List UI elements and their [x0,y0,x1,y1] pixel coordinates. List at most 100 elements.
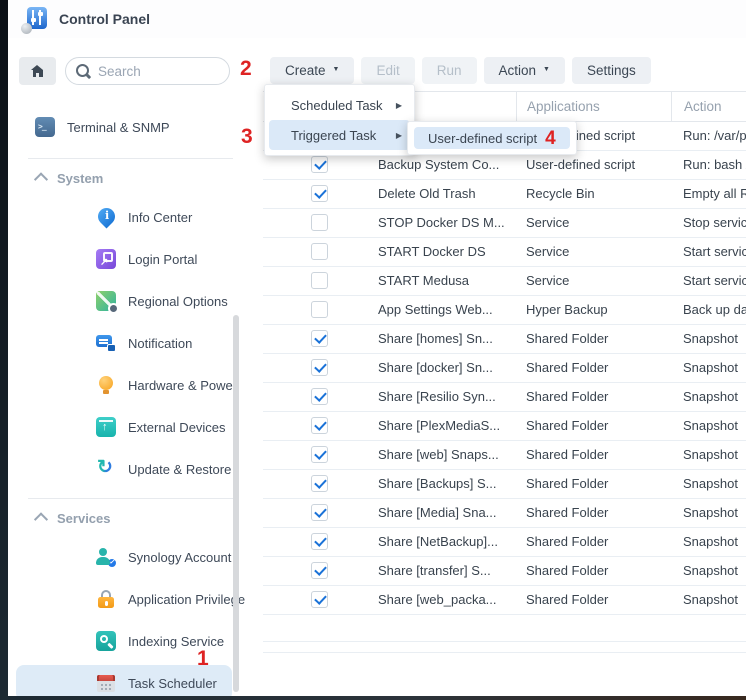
sidebar-item-hardware-power[interactable]: Hardware & Power [8,375,245,395]
sidebar-item-label: Regional Options [128,294,228,309]
task-name: Share [transfer] S... [263,557,516,585]
task-checkbox[interactable] [311,562,328,579]
task-name: Share [Resilio Syn... [263,383,516,411]
task-row[interactable]: Share [Resilio Syn... Shared Folder Snap… [263,383,746,412]
sidebar-item-notification[interactable]: Notification [8,333,245,353]
sidebar-item-regional-options[interactable]: Regional Options [8,291,245,311]
task-name: START Medusa [263,267,516,295]
task-row[interactable]: START Docker DS Service Start servic [263,238,746,267]
task-checkbox[interactable] [311,591,328,608]
task-row[interactable]: Share [Media] Sna... Shared Folder Snaps… [263,499,746,528]
task-checkbox[interactable] [311,475,328,492]
menu-item-label: Triggered Task [291,128,376,143]
task-row[interactable]: START Medusa Service Start servic [263,267,746,296]
task-checkbox[interactable] [311,156,328,173]
task-checkbox[interactable] [311,330,328,347]
sidebar-item-application-privileges[interactable]: Application Privileges [8,589,245,609]
task-row[interactable]: Share [NetBackup]... Shared Folder Snaps… [263,528,746,557]
external-devices-icon [96,417,116,437]
update-restore-icon [96,459,116,479]
task-row[interactable]: Share [web] Snaps... Shared Folder Snaps… [263,441,746,470]
task-action: Run: /var/p [671,122,746,150]
task-checkbox[interactable] [311,185,328,202]
task-action: Empty all R [671,180,746,208]
hardware-power-icon [96,375,116,395]
task-name: Share [docker] Sn... [263,354,516,382]
task-row[interactable]: Share [web_packa... Shared Folder Snapsh… [263,586,746,615]
task-checkbox[interactable] [311,446,328,463]
desktop-background: Control Panel Search Terminal & SNMP Sys… [0,0,746,700]
info-center-icon [96,207,116,227]
task-row[interactable]: Delete Old Trash Recycle Bin Empty all R [263,180,746,209]
task-checkbox[interactable] [311,504,328,521]
sidebar-item-label: Terminal & SNMP [67,120,170,135]
task-action: Snapshot [671,586,746,614]
toolbar-button-action[interactable]: Action ▼ [484,57,565,84]
task-application: User-defined script [516,151,671,179]
task-checkbox[interactable] [311,272,328,289]
task-row[interactable]: Share [PlexMediaS... Shared Folder Snaps… [263,412,746,441]
search-input[interactable]: Search [65,57,230,85]
column-header-action[interactable]: Action [671,92,746,121]
task-action: Snapshot [671,499,746,527]
task-row[interactable]: Share [docker] Sn... Shared Folder Snaps… [263,354,746,383]
task-row[interactable]: App Settings Web... Hyper Backup Back up… [263,296,746,325]
task-application: Recycle Bin [516,180,671,208]
task-checkbox[interactable] [311,388,328,405]
task-checkbox[interactable] [311,359,328,376]
column-header-applications[interactable]: Applications [516,92,671,121]
application-privileges-icon [96,589,116,609]
sidebar-section-system[interactable]: System [36,171,245,185]
sidebar: Search Terminal & SNMP System Info Cente… [8,38,246,696]
sidebar-section-label: System [57,171,103,186]
menu-item-scheduled-task[interactable]: Scheduled Task ▶ [265,90,414,120]
task-application: Shared Folder [516,325,671,353]
task-action: Snapshot [671,528,746,556]
toolbar-button-settings[interactable]: Settings [572,57,651,84]
task-application: Shared Folder [516,557,671,585]
task-action: Snapshot [671,557,746,585]
notification-icon [96,333,116,353]
task-checkbox[interactable] [311,214,328,231]
table-footer-line [263,652,746,653]
task-row[interactable]: Share [transfer] S... Shared Folder Snap… [263,557,746,586]
task-action: Run: bash / [671,151,746,179]
chevron-up-icon [34,512,48,526]
indexing-service-icon [96,631,116,651]
sidebar-item-update-restore[interactable]: Update & Restore [8,459,245,479]
task-checkbox[interactable] [311,243,328,260]
task-application: Service [516,238,671,266]
sidebar-item-indexing-service[interactable]: Indexing Service [8,631,245,651]
create-submenu: User-defined script4 [407,121,577,155]
sidebar-scrollbar[interactable] [233,315,239,692]
task-action: Stop servic [671,209,746,237]
annotation-3: 3 [241,124,253,149]
task-row[interactable]: Share [homes] Sn... Shared Folder Snapsh… [263,325,746,354]
toolbar-button-create[interactable]: Create ▼ [270,57,354,84]
annotation-4: 4 [545,128,556,150]
sidebar-section-services[interactable]: Services [36,511,245,525]
sidebar-item-task-scheduler[interactable]: Task Scheduler [8,673,245,693]
sidebar-item-label: Info Center [128,210,192,225]
menu-item-user-defined-script[interactable]: User-defined script4 [414,127,570,149]
titlebar: Control Panel [8,0,746,39]
home-button[interactable] [19,57,56,85]
task-name: Share [Backups] S... [263,470,516,498]
task-checkbox[interactable] [311,417,328,434]
task-row[interactable]: Share [Backups] S... Shared Folder Snaps… [263,470,746,499]
sidebar-item-external-devices[interactable]: External Devices [8,417,245,437]
sidebar-item-login-portal[interactable]: Login Portal [8,249,245,269]
task-name: App Settings Web... [263,296,516,324]
task-table: Applications Action User-defined script … [263,91,746,615]
sidebar-item-synology-account[interactable]: Synology Account [8,547,245,567]
sidebar-item-info-center[interactable]: Info Center [8,207,245,227]
task-action: Snapshot [671,412,746,440]
task-row[interactable]: STOP Docker DS M... Service Stop servic [263,209,746,238]
task-name: Share [PlexMediaS... [263,412,516,440]
task-checkbox[interactable] [311,301,328,318]
task-action: Back up da [671,296,746,324]
menu-item-triggered-task[interactable]: Triggered Task ▶ [269,120,410,150]
search-placeholder: Search [98,64,141,79]
task-checkbox[interactable] [311,533,328,550]
sidebar-item-terminal-snmp[interactable]: Terminal & SNMP [8,117,245,137]
